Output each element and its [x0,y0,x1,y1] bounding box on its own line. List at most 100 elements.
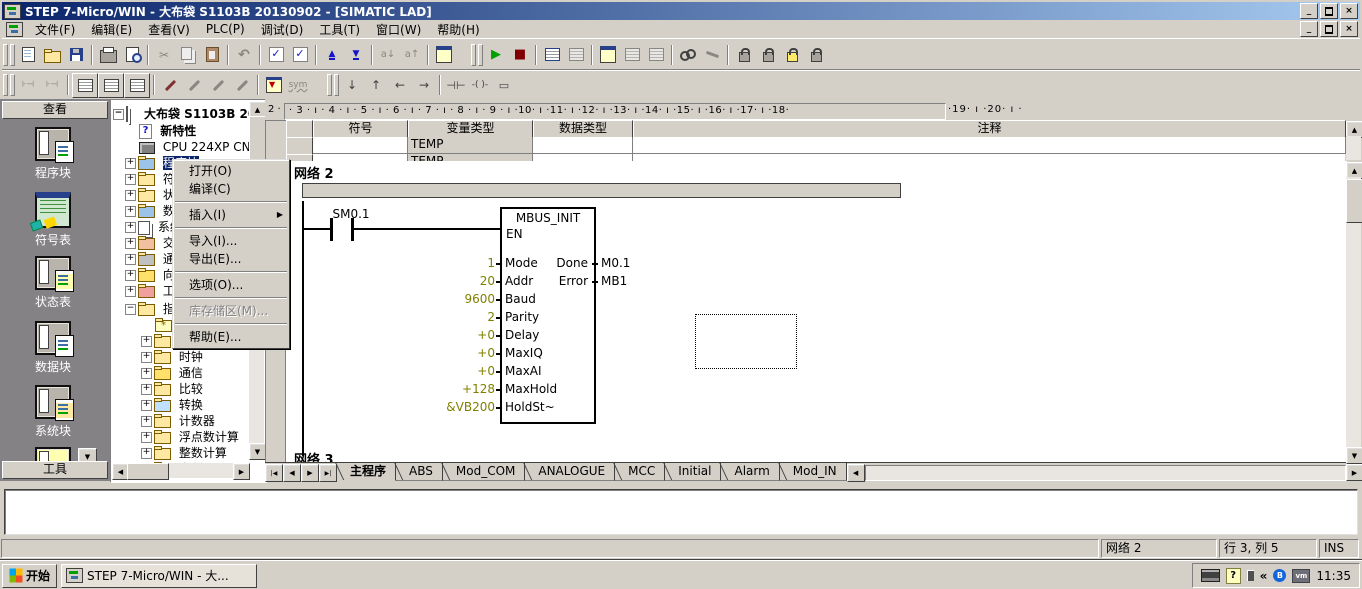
toolbar-grip[interactable] [3,44,8,66]
var-row1-symbol[interactable] [313,137,408,154]
tab-mcc[interactable]: MCC [615,463,665,481]
menu-window[interactable]: 窗口(W) [368,20,429,39]
open-button[interactable] [40,43,64,66]
input-value-holdst[interactable]: &VB200 [420,400,495,414]
menu-options[interactable]: 选项(O)... [173,276,289,294]
expand-box[interactable]: + [125,238,136,249]
upload-button[interactable]: ▲ [320,43,344,66]
toolbar-grip[interactable] [10,74,15,96]
tree-item-convert[interactable]: + 转换 [141,397,203,413]
insert-coil-button[interactable]: -( )- [468,74,492,97]
network-title[interactable]: 网络 2 [294,163,334,182]
tab-alarm[interactable]: Alarm [721,463,779,481]
tree-item-whats-new[interactable]: ? 新特性 [139,123,196,139]
input-value-addr[interactable]: 20 [420,274,495,288]
input-value-baud[interactable]: 9600 [420,292,495,306]
sidebar-item-program-block[interactable]: 程序块 [0,127,106,181]
menu-compile[interactable]: 编译(C) [173,180,289,198]
symbol-filter-button[interactable] [262,74,286,97]
paste-button[interactable] [200,43,224,66]
save-button[interactable] [64,43,88,66]
cut-button[interactable]: ✂ [152,43,176,66]
expand-box[interactable]: + [141,416,152,427]
bookmark-clear-button[interactable] [804,43,828,66]
compile-button[interactable]: ✓ [264,43,288,66]
menu-insert[interactable]: 插入(I)▶ [173,206,289,224]
tree-scroll-down-button[interactable]: ▼ [249,443,266,460]
expand-box[interactable]: + [125,158,136,169]
expand-box[interactable]: + [141,336,152,347]
next-network-title[interactable]: 网络 3 [294,449,334,462]
pen2-button[interactable] [182,74,206,97]
taskbar-task-button[interactable]: STEP 7-Micro/WIN - 大... [61,564,257,588]
tree-item-comm[interactable]: + 通信 [141,365,203,381]
tab-first-button[interactable]: |◀ [265,464,283,482]
expand-box[interactable]: + [125,222,136,233]
bookmark-next-button[interactable] [756,43,780,66]
tab-mod-in[interactable]: Mod_IN [780,463,847,481]
input-method-icon[interactable] [1247,570,1254,581]
toolbar-grip[interactable] [471,44,476,66]
input-value-maxhold[interactable]: +128 [420,382,495,396]
input-value-maxiq[interactable]: +0 [420,346,495,360]
pause-status-button[interactable] [564,43,588,66]
print-preview-button[interactable] [120,43,144,66]
expand-box[interactable]: + [125,206,136,217]
pause-monitor-button[interactable] [700,43,724,66]
tree-item-compare[interactable]: + 比较 [141,381,203,397]
toolbar-grip[interactable] [10,44,15,66]
monitor-button[interactable] [676,43,700,66]
menu-debug[interactable]: 调试(D) [253,20,312,39]
child-minimize-button[interactable]: _ [1300,21,1318,37]
print-button[interactable] [96,43,120,66]
menu-export[interactable]: 导出(E)... [173,250,289,268]
var-row1-vartype[interactable]: TEMP [408,137,533,154]
expand-box[interactable]: + [141,384,152,395]
sort-ascending-button[interactable]: a↓ [376,43,400,66]
sidebar-item-status-chart[interactable]: 状态表 [0,256,106,310]
input-value-mode[interactable]: 1 [420,256,495,270]
expand-box[interactable]: + [141,368,152,379]
expand-box[interactable]: + [141,400,152,411]
start-button[interactable]: 开始 [2,564,57,588]
tab-initial[interactable]: Initial [665,463,721,481]
line-right-button[interactable]: → [412,74,436,97]
expand-box[interactable]: + [141,432,152,443]
sidebar-item-system-block[interactable]: 系统块 [0,385,106,439]
insert-network-button[interactable]: ⊦⊣ [16,74,40,97]
line-left-button[interactable]: ← [388,74,412,97]
expand-box[interactable]: + [125,174,136,185]
var-row1-datatype[interactable] [533,137,633,154]
run-button[interactable]: ▶ [484,43,508,66]
restore-button[interactable] [1320,3,1338,19]
toolbar-grip[interactable] [327,74,332,96]
tree-root[interactable]: − 大布袋 S1103B 2013 [113,106,267,122]
expand-box[interactable]: + [125,286,136,297]
tab-scroll-left-button[interactable]: ◀ [847,464,865,482]
keyboard-tray-icon[interactable] [1201,569,1220,582]
view-bar-header[interactable]: 查看 [2,101,108,119]
write-all-button[interactable] [644,43,668,66]
mdi-child-icon[interactable] [6,22,23,37]
sidebar-item-data-block[interactable]: 数据块 [0,321,106,375]
sort-descending-button[interactable]: a↑ [400,43,424,66]
collapse-box[interactable]: − [113,109,124,120]
view-fbd-button[interactable] [98,73,124,98]
tree-item-integer-math[interactable]: + 整数计算 [141,445,227,461]
table-scroll-track[interactable] [1346,136,1361,160]
minimize-button[interactable]: _ [1300,3,1318,19]
download-button[interactable]: ▼ [344,43,368,66]
line-down-button[interactable]: ↓ [340,74,364,97]
contact-bar-left[interactable] [330,218,333,241]
pen4-button[interactable] [230,74,254,97]
menu-tools[interactable]: 工具(T) [311,20,368,39]
options-button[interactable] [432,43,456,66]
delete-network-button[interactable]: ⊦⊣ [40,74,64,97]
expand-box[interactable]: + [141,448,152,459]
var-row1-comment[interactable] [633,137,1346,154]
tab-hscroll-track[interactable] [865,465,1346,481]
new-button[interactable] [16,43,40,66]
tab-last-button[interactable]: ▶| [319,464,337,482]
bookmark-prev-button[interactable] [780,43,804,66]
menu-view[interactable]: 查看(V) [140,20,198,39]
